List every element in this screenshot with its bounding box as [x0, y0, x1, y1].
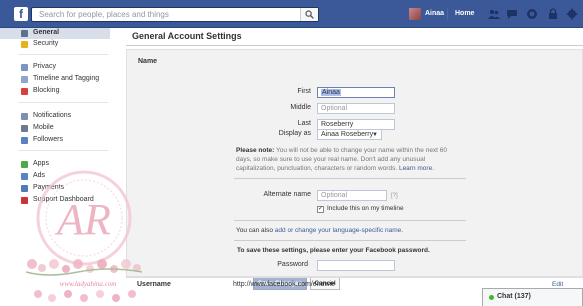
profile-name-link[interactable]: Ainaa — [425, 10, 444, 17]
chat-label: Chat (137) — [497, 293, 531, 300]
search-placeholder: Search for people, places and things — [39, 10, 169, 19]
followers-icon — [21, 137, 28, 144]
title-divider — [126, 45, 583, 46]
password-label: Password — [277, 261, 308, 268]
sidebar-item-general[interactable]: General — [0, 28, 110, 39]
panel-divider — [234, 178, 466, 179]
alternate-name-help-icon[interactable]: [?] — [391, 193, 398, 199]
sidebar-item-blocking[interactable]: Blocking — [0, 86, 110, 97]
dropdown-arrow-icon: ▼ — [372, 132, 378, 138]
watermark-logo: AR www.ladyahina.com — [25, 170, 143, 302]
alternate-name-input[interactable]: Optional — [317, 190, 387, 201]
sidebar-item-label: Notifications — [33, 112, 72, 119]
include-on-timeline-checkbox[interactable]: ✓ — [317, 206, 324, 213]
sidebar-item-notifications[interactable]: Notifications — [0, 111, 110, 122]
settings-main: General Account Settings Name First Aina… — [110, 28, 583, 306]
last-name-label: Last — [297, 120, 311, 127]
name-edit-panel: Name First Ainaa Middle Optional Last Ro… — [126, 49, 583, 290]
search-icon — [305, 10, 314, 19]
watermark-monogram: AR — [54, 195, 111, 244]
home-link[interactable]: Home — [455, 10, 474, 17]
notifications-icon[interactable] — [526, 8, 538, 20]
sidebar-item-label: Mobile — [33, 124, 54, 131]
sidebar-divider — [18, 150, 108, 151]
notifications-icon — [21, 113, 28, 120]
include-on-timeline-label: Include this on my timeline — [327, 205, 404, 212]
language-name-link[interactable]: add or change your language-specific nam… — [275, 227, 403, 234]
messages-icon[interactable] — [506, 8, 518, 20]
middle-name-input[interactable]: Optional — [317, 103, 395, 114]
sidebar-divider — [18, 54, 108, 55]
watermark-url: www.ladyahina.com — [60, 280, 117, 288]
gear-icon — [21, 30, 28, 37]
profile-avatar[interactable] — [409, 8, 421, 20]
search-input[interactable]: Search for people, places and things — [31, 7, 319, 22]
language-name-prefix: You can also — [236, 227, 275, 234]
sidebar-item-label: Followers — [33, 136, 63, 143]
top-navigation-bar: f Search for people, places and things A… — [0, 0, 583, 28]
username-divider — [126, 277, 583, 278]
blocking-icon — [21, 88, 28, 95]
sidebar-item-label: Security — [33, 40, 59, 47]
sidebar-item-timeline-and-tagging[interactable]: Timeline and Tagging — [0, 74, 110, 85]
language-name-text: You can also add or change your language… — [236, 227, 403, 234]
chat-tab[interactable]: Chat (137) — [482, 288, 583, 306]
display-as-value: Ainaa Roseberry — [321, 131, 374, 138]
online-status-icon — [489, 295, 494, 300]
timeline-icon — [21, 76, 28, 83]
alternate-name-label: Alternate name — [263, 191, 311, 198]
name-policy-note: Please note: You will not be able to cha… — [236, 146, 461, 173]
sidebar-item-privacy[interactable]: Privacy — [0, 62, 110, 73]
privacy-lock-icon[interactable] — [547, 8, 559, 20]
panel-divider — [234, 220, 466, 221]
sidebar-item-mobile[interactable]: Mobile — [0, 123, 110, 134]
sidebar-item-label: Timeline and Tagging — [33, 75, 100, 82]
display-as-label: Display as — [278, 130, 311, 137]
sidebar-item-security[interactable]: Security — [0, 39, 110, 50]
edit-username-link[interactable]: Edit — [552, 281, 563, 288]
topbar-divider — [447, 8, 448, 20]
page-title: General Account Settings — [132, 31, 242, 41]
mobile-icon — [21, 125, 28, 132]
sidebar-item-label: General — [33, 29, 60, 36]
sidebar-item-label: Privacy — [33, 63, 56, 70]
first-name-value: Ainaa — [321, 89, 341, 96]
first-name-input[interactable]: Ainaa — [317, 87, 395, 98]
name-section-label: Name — [138, 58, 158, 65]
facebook-logo[interactable]: f — [14, 7, 28, 21]
username-value: http://www.facebook.com/enawie — [233, 281, 335, 288]
display-as-select[interactable]: Ainaa Roseberry ▼ — [317, 129, 382, 140]
middle-name-label: Middle — [290, 104, 311, 111]
privacy-icon — [21, 64, 28, 71]
search-button[interactable] — [300, 8, 318, 21]
note-heading: Please note: — [236, 147, 275, 154]
sidebar-item-label: Blocking — [33, 87, 60, 94]
panel-divider — [234, 240, 466, 241]
learn-more-link[interactable]: Learn more. — [399, 165, 434, 172]
sidebar-divider — [18, 102, 108, 103]
sidebar-item-followers[interactable]: Followers — [0, 135, 110, 146]
friend-requests-icon[interactable] — [488, 8, 500, 20]
security-icon — [21, 41, 28, 48]
settings-gear-icon[interactable] — [566, 8, 578, 20]
first-name-label: First — [297, 88, 311, 95]
password-input[interactable] — [317, 260, 395, 271]
password-prompt: To save these settings, please enter you… — [237, 247, 430, 254]
